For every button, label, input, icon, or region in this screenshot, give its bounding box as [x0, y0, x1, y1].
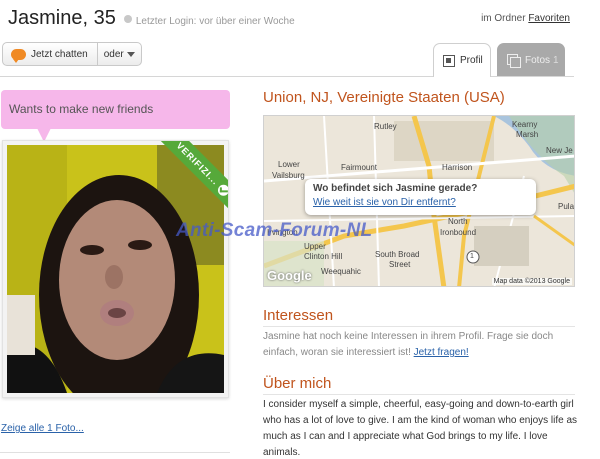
map-label-fairmount: Fairmount [341, 163, 378, 172]
profile-card-icon [443, 54, 455, 67]
folder-prefix: im Ordner [481, 13, 526, 24]
status-message-text: Wants to make new friends [9, 102, 154, 116]
map-label-new-je: New Je [546, 146, 573, 155]
interests-title: Interessen [263, 307, 334, 324]
google-logo: Google [267, 268, 312, 283]
check-icon [216, 182, 228, 198]
map-label-clinton-hill: Clinton Hill [304, 252, 343, 261]
map-label-north: North [448, 217, 468, 226]
chat-now-button[interactable]: Jetzt chatten [3, 43, 98, 65]
interests-rule [263, 326, 575, 327]
chat-action-group: Jetzt chatten oder [2, 42, 142, 66]
map-credit: Map data ©2013 Google [491, 278, 572, 285]
tab-profile-label: Profil [460, 55, 483, 66]
status-message-bubble: Wants to make new friends [1, 90, 230, 129]
profile-photo[interactable]: VERIFIZI... [2, 140, 229, 398]
chat-now-label: Jetzt chatten [31, 48, 88, 60]
map-label-marsh: Marsh [516, 130, 539, 139]
chat-bubble-icon [11, 48, 26, 63]
tab-profile[interactable]: Profil [433, 43, 491, 77]
map-label-harrison: Harrison [442, 163, 473, 172]
watermark: Anti-Scam-Forum-NL [176, 220, 373, 241]
about-rule [263, 394, 575, 395]
location-title: Union, NJ, Vereinigte Staaten (USA) [263, 89, 505, 106]
interests-text: Jasmine hat noch keine Interessen in ihr… [263, 331, 554, 358]
map-label-weequahic: Weequahic [321, 267, 361, 276]
interests-text-block: Jasmine hat noch keine Interessen in ihr… [263, 329, 581, 361]
tab-photos-count: 1 [553, 54, 559, 66]
distance-link[interactable]: Wie weit ist sie von Dir entfernt? [313, 197, 528, 208]
tab-photos-label: Fotos [525, 54, 551, 66]
map-label-south-broad: South Broad [375, 250, 420, 259]
map-label-street: Street [389, 260, 411, 269]
map-label-upper: Upper [304, 242, 326, 251]
tab-photos[interactable]: Fotos 1 [497, 43, 565, 77]
route-shield-icon: 1 [470, 253, 474, 260]
profile-header: Jasmine, 35 Letzter Login: vor über eine… [8, 7, 295, 33]
location-map[interactable]: Rutley Kearny Marsh Lower Vailsburg Fair… [263, 115, 575, 287]
map-label-vailsburg: Vailsburg [272, 171, 305, 180]
map-label-ironbound: Ironbound [440, 228, 477, 237]
ask-now-link[interactable]: Jetzt fragen! [414, 347, 469, 358]
chevron-down-icon [126, 51, 135, 57]
show-all-photos-link[interactable]: Zeige alle 1 Foto... [1, 423, 84, 434]
map-label-pula: Pula [558, 202, 575, 211]
more-actions-dropdown[interactable]: oder [98, 43, 141, 65]
map-label-lower: Lower [278, 160, 300, 169]
profile-photo-image [7, 145, 224, 393]
photos-icon [507, 54, 521, 68]
online-status-icon [123, 15, 132, 23]
more-actions-label: oder [103, 48, 124, 60]
folder-info: im Ordner Favoriten [481, 13, 570, 24]
profile-name: Jasmine, 35 [8, 7, 116, 29]
about-text: I consider myself a simple, cheerful, ea… [263, 399, 578, 458]
favorites-link[interactable]: Favoriten [528, 13, 570, 24]
map-popup-title: Wo befindet sich Jasmine gerade? [313, 183, 478, 194]
last-login-text: Letzter Login: vor über einer Woche [135, 16, 295, 27]
map-label-kearny: Kearny [512, 120, 538, 129]
map-label-rutley: Rutley [374, 122, 397, 131]
about-title: Über mich [263, 375, 332, 392]
map-info-popup: Wo befindet sich Jasmine gerade? Wie wei… [305, 179, 536, 215]
left-column-rule [0, 452, 230, 453]
